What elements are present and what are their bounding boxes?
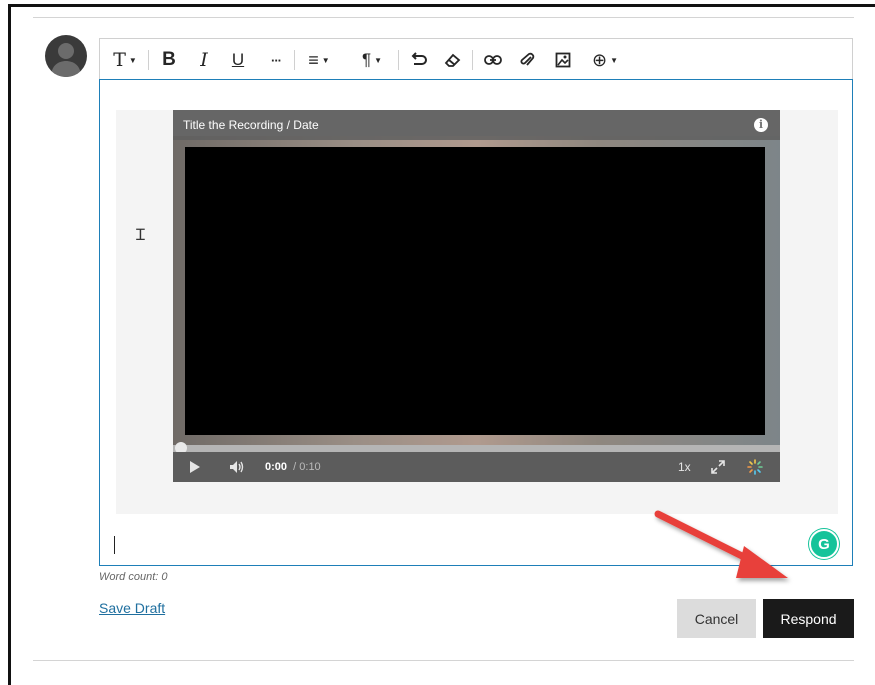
info-icon[interactable]: i	[754, 118, 768, 132]
text-style-button[interactable]: T ▼	[108, 39, 142, 81]
video-title-bar: Title the Recording / Date i	[173, 110, 780, 140]
video-screen[interactable]	[185, 147, 765, 435]
text-caret	[114, 536, 115, 554]
duration: / 0:10	[293, 461, 321, 473]
video-player[interactable]: Title the Recording / Date i 0:00 / 0:10	[173, 110, 780, 482]
align-icon: ≡	[308, 49, 319, 70]
chevron-down-icon: ▼	[128, 55, 137, 65]
underline-icon: U	[231, 50, 245, 69]
toolbar-separator	[398, 50, 399, 70]
insert-image-button[interactable]	[550, 39, 576, 81]
chevron-down-icon: ▼	[610, 55, 618, 65]
save-draft-link[interactable]: Save Draft	[99, 600, 165, 616]
undo-button[interactable]	[406, 39, 432, 81]
rich-text-editor[interactable]: Title the Recording / Date i 0:00 / 0:10	[99, 79, 853, 566]
video-progress-bar[interactable]	[173, 445, 780, 452]
embedded-video-container: Title the Recording / Date i 0:00 / 0:10	[116, 110, 838, 514]
current-time: 0:00	[265, 461, 288, 473]
spinner-icon	[747, 459, 763, 475]
video-title: Title the Recording / Date	[183, 118, 319, 132]
volume-button[interactable]	[229, 452, 245, 482]
red-arrow-annotation	[654, 510, 788, 578]
avatar	[45, 35, 87, 77]
paragraph-icon: ¶	[361, 50, 372, 69]
italic-button[interactable]: I	[192, 39, 216, 81]
text-style-icon: T	[113, 49, 126, 71]
italic-icon: I	[200, 49, 208, 71]
more-button[interactable]: ···	[264, 39, 288, 81]
fullscreen-button[interactable]	[711, 452, 725, 482]
bottom-divider	[33, 660, 854, 661]
undo-icon	[411, 52, 427, 65]
bold-button[interactable]: B	[156, 39, 182, 81]
time-display: 0:00 / 0:10	[265, 452, 321, 482]
cancel-button[interactable]: Cancel	[677, 599, 756, 638]
chevron-down-icon: ▼	[374, 55, 383, 65]
editor-toolbar: T ▼ B I U ··· ≡ ▼ ¶ ▼ ⊕ ▼	[99, 38, 853, 80]
eraser-icon	[444, 53, 461, 67]
top-divider	[33, 17, 854, 18]
toolbar-separator	[148, 50, 149, 70]
video-controls: 0:00 / 0:10 1x	[173, 452, 780, 482]
attach-file-button[interactable]	[514, 39, 540, 81]
link-icon	[484, 55, 502, 65]
volume-icon	[230, 461, 244, 473]
word-count: Word count: 0	[99, 571, 168, 583]
toolbar-separator	[472, 50, 473, 70]
more-icon: ···	[271, 52, 282, 68]
play-button[interactable]	[189, 452, 201, 482]
mouse-text-cursor-icon: Ɪ	[136, 225, 145, 244]
toolbar-separator	[294, 50, 295, 70]
underline-button[interactable]: U	[226, 39, 250, 81]
grammarly-icon[interactable]: G	[809, 529, 839, 559]
paragraph-button[interactable]: ¶ ▼	[356, 39, 388, 81]
respond-button[interactable]: Respond	[763, 599, 854, 638]
clear-format-button[interactable]	[440, 39, 466, 81]
user-silhouette-icon	[51, 43, 81, 77]
attach-icon	[520, 52, 535, 66]
playback-speed[interactable]: 1x	[678, 452, 691, 482]
settings-button[interactable]	[747, 452, 763, 482]
add-content-icon: ⊕	[591, 49, 608, 70]
insert-link-button[interactable]	[480, 39, 506, 81]
play-icon	[190, 461, 200, 473]
image-icon	[555, 52, 571, 68]
chevron-down-icon: ▼	[321, 55, 330, 65]
bold-icon: B	[162, 49, 176, 70]
add-content-button[interactable]: ⊕ ▼	[588, 39, 622, 81]
expand-icon	[711, 460, 725, 474]
align-button[interactable]: ≡ ▼	[302, 39, 336, 81]
